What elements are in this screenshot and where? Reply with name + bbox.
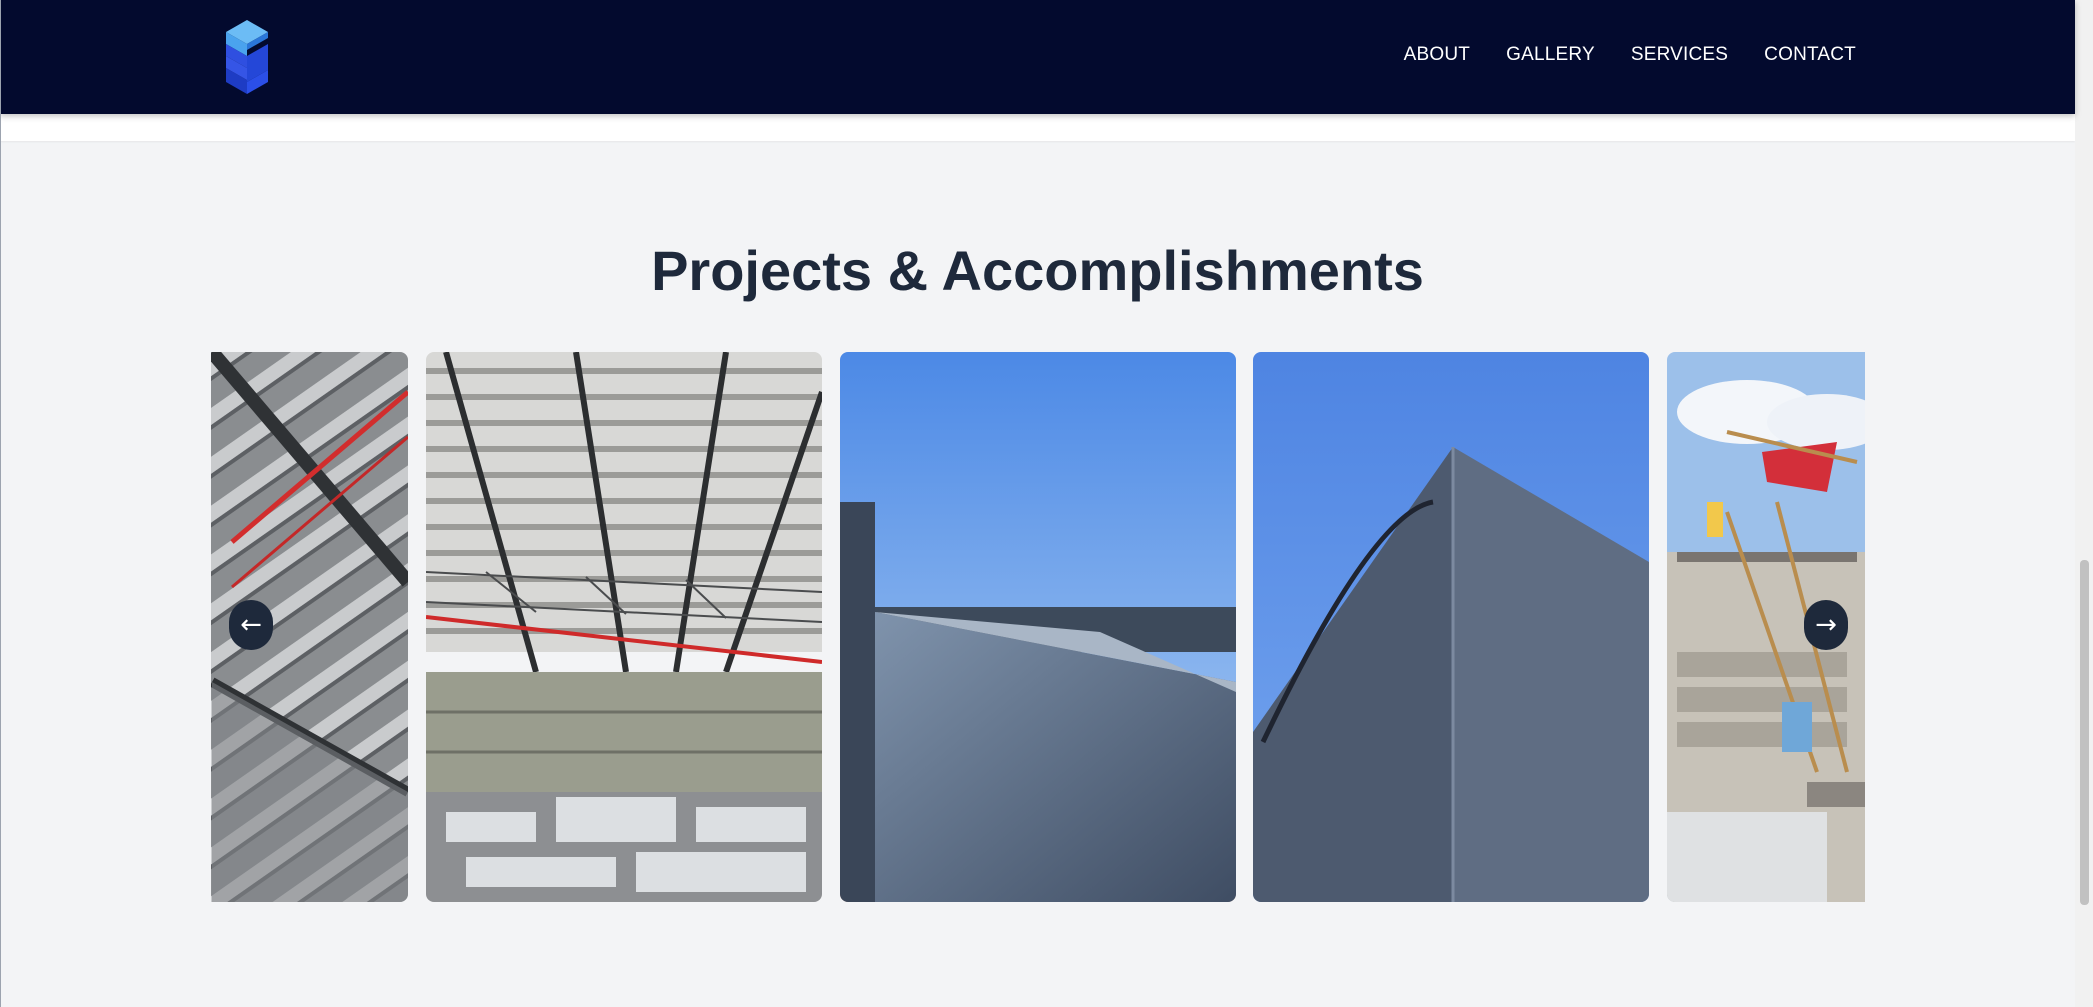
arrow-right-icon: → xyxy=(1815,610,1837,640)
nav-link-contact[interactable]: CONTACT xyxy=(1764,44,1856,66)
gallery-carousel[interactable] xyxy=(211,352,1865,902)
logo-icon[interactable] xyxy=(218,20,276,94)
carousel-prev-button[interactable]: ← xyxy=(229,600,273,650)
nav-link-gallery[interactable]: GALLERY xyxy=(1506,44,1595,66)
gallery-slide-concrete-corner[interactable] xyxy=(1253,352,1649,902)
navbar: ABOUT GALLERY SERVICES CONTACT xyxy=(0,0,2075,114)
nav-link-about[interactable]: ABOUT xyxy=(1404,44,1470,66)
nav-menu: ABOUT GALLERY SERVICES CONTACT xyxy=(1404,44,1856,66)
scrollbar-thumb[interactable] xyxy=(2080,560,2089,905)
arrow-left-icon: ← xyxy=(240,610,262,640)
gallery-slide-warehouse[interactable] xyxy=(426,352,822,902)
section-title: Projects & Accomplishments xyxy=(651,239,1424,302)
carousel-next-button[interactable]: → xyxy=(1804,600,1848,650)
nav-link-services[interactable]: SERVICES xyxy=(1631,44,1728,66)
gallery-slide-parapet[interactable] xyxy=(840,352,1236,902)
window-edge xyxy=(0,0,1,1007)
previous-section-edge xyxy=(0,114,2075,141)
